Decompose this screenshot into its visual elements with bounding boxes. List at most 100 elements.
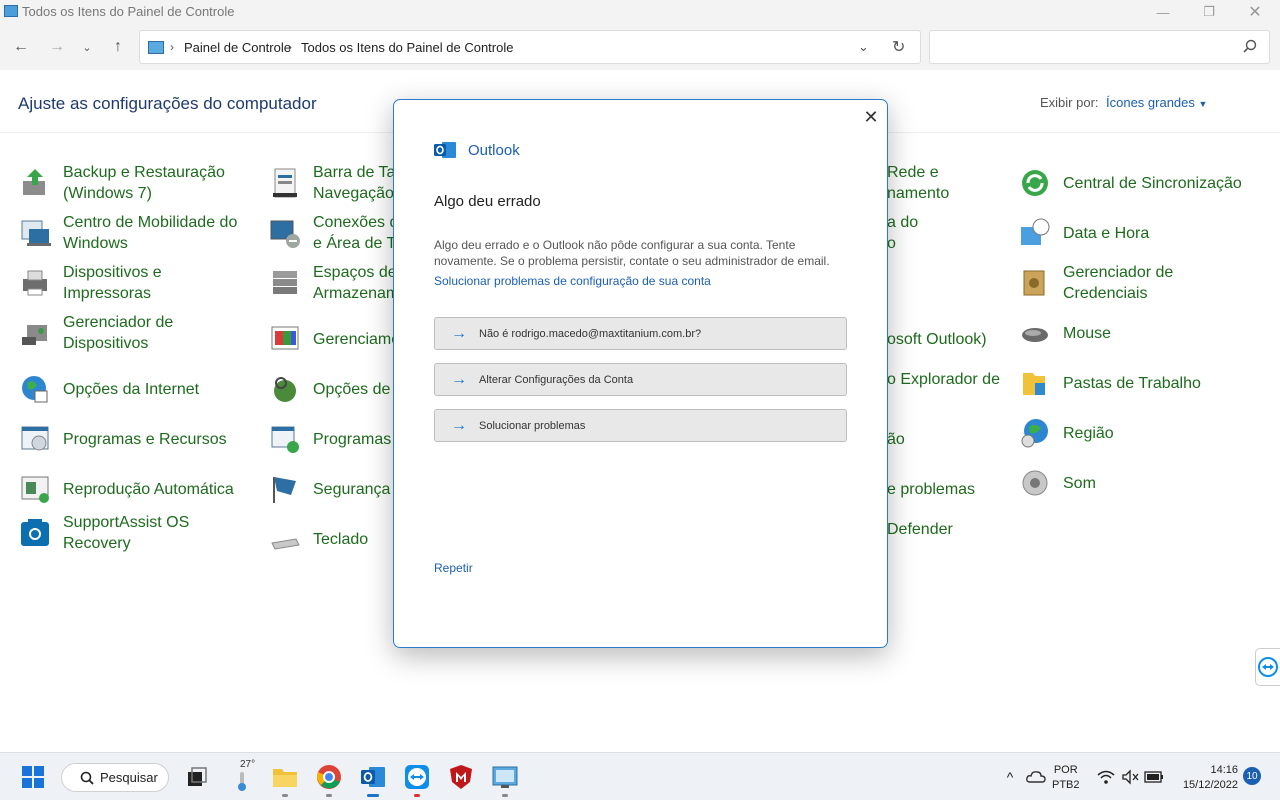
sync-center-icon [1018, 166, 1052, 200]
cp-item-region[interactable]: Região [1018, 416, 1278, 450]
refresh-icon[interactable]: ↻ [892, 37, 905, 57]
item-label: Gerenciame [313, 330, 401, 348]
dialog-close-button[interactable]: ✕ [860, 106, 882, 128]
input-language[interactable]: POR PTB2 [1052, 763, 1080, 793]
cp-item-internet-options[interactable]: Opções da Internet [18, 372, 258, 406]
arrow-right-icon: → [451, 416, 467, 434]
chrome-icon [317, 765, 341, 789]
cp-item-mobility-center[interactable]: Centro de Mobilidade do Windows [18, 212, 258, 254]
caret-down-icon: ▼ [1198, 99, 1208, 109]
cp-item-credential-manager[interactable]: Gerenciador de Credenciais [1018, 262, 1278, 304]
item-label: Espaços de [313, 264, 397, 281]
breadcrumb-all-items[interactable]: Todos os Itens do Painel de Controle [301, 40, 513, 55]
teamviewer-taskbar-button[interactable] [403, 763, 431, 797]
back-button[interactable]: ← [10, 36, 32, 58]
change-account-settings-button[interactable]: → Alterar Configurações da Conta [434, 363, 847, 396]
control-panel-icon [4, 5, 18, 17]
item-label: osoft Outlook) [887, 330, 987, 348]
show-hidden-icons-button[interactable]: ^ [996, 763, 1024, 791]
item-label: (Windows 7) [63, 185, 152, 202]
item-label: namento [887, 185, 950, 202]
running-indicator [414, 794, 420, 797]
cp-item-sync-center[interactable]: Central de Sincronização [1018, 166, 1278, 200]
task-view-button[interactable] [183, 763, 211, 791]
item-label: e problemas [887, 480, 976, 498]
remote-desktop-icon [268, 216, 302, 250]
chevron-up-icon: ^ [1006, 769, 1014, 785]
internet-options-icon [18, 372, 52, 406]
item-label: Backup e Restauração [63, 164, 225, 181]
mcafee-button[interactable] [447, 763, 475, 791]
start-button[interactable] [19, 763, 47, 791]
address-bar[interactable]: › Painel de Controle › Todos os Itens do… [139, 30, 921, 64]
battery-button[interactable] [1140, 763, 1168, 791]
cp-item-date-time[interactable]: Data e Hora [1018, 216, 1278, 250]
arrow-up-icon: ↑ [114, 38, 122, 55]
clock[interactable]: 14:16 15/12/2022 [1176, 763, 1238, 793]
cp-item-device-manager[interactable]: Gerenciador de Dispositivos [18, 312, 258, 354]
speaker-icon [1018, 466, 1052, 500]
teamviewer-icon [1258, 657, 1278, 677]
item-label: Opções de [313, 380, 391, 398]
cp-item-programs-features[interactable]: Programas e Recursos [18, 422, 258, 456]
file-explorer-button[interactable] [271, 763, 299, 797]
restore-icon: ❐ [1203, 4, 1215, 19]
item-label: Navegação [313, 185, 394, 202]
address-dropdown-icon[interactable]: ⌄ [858, 39, 869, 55]
view-by-dropdown[interactable]: Ícones grandes ▼ [1106, 95, 1207, 110]
recent-locations-button[interactable]: ⌄ [76, 36, 98, 58]
date-time-icon [1018, 216, 1052, 250]
cp-item-backup[interactable]: Backup e Restauração (Windows 7) [18, 162, 258, 204]
chrome-button[interactable] [315, 763, 343, 797]
option-label: Alterar Configurações da Conta [479, 373, 634, 386]
item-label: Dispositivos e [63, 264, 162, 281]
restore-button[interactable]: ❐ [1186, 0, 1232, 24]
search-input[interactable] [929, 30, 1270, 64]
cp-item-supportassist[interactable]: SupportAssist OS Recovery [18, 512, 258, 554]
cp-item-autoplay[interactable]: Reprodução Automática [18, 472, 258, 506]
notification-badge[interactable]: 10 [1243, 767, 1261, 785]
backup-icon [18, 166, 52, 200]
running-indicator [282, 794, 288, 797]
item-label: Segurança [313, 480, 391, 498]
volume-muted-icon [1122, 769, 1139, 785]
teamviewer-side-tab[interactable] [1255, 648, 1280, 686]
wifi-icon [1097, 770, 1115, 784]
thermometer-icon [238, 772, 246, 791]
item-label: Rede e [887, 164, 939, 181]
indexing-options-icon [268, 372, 302, 406]
troubleshoot-setup-link[interactable]: Solucionar problemas de configuração de … [434, 274, 711, 288]
weather-widget[interactable] [228, 767, 256, 795]
cp-item-sound[interactable]: Som [1018, 466, 1278, 500]
minimize-button[interactable]: — [1140, 0, 1186, 24]
mobility-center-icon [18, 216, 52, 250]
task-view-icon [188, 767, 207, 786]
troubleshoot-button[interactable]: → Solucionar problemas [434, 409, 847, 442]
control-panel-taskbar-button[interactable] [491, 763, 519, 797]
breadcrumb-control-panel[interactable]: Painel de Controle [184, 40, 291, 55]
taskbar: Pesquisar 27° ^ POR PTB2 14:16 15/12/202… [0, 752, 1280, 800]
dialog-title: Algo deu errado [434, 193, 541, 210]
folder-icon [273, 769, 297, 787]
item-label: Central de Sincronização [1063, 174, 1242, 192]
not-this-account-button[interactable]: → Não é rodrigo.macedo@maxtitanium.com.b… [434, 317, 847, 350]
forward-button[interactable]: → [46, 36, 68, 58]
taskbar-search[interactable]: Pesquisar [61, 763, 169, 792]
programs-icon [18, 422, 52, 456]
retry-link[interactable]: Repetir [434, 561, 473, 575]
onedrive-button[interactable] [1022, 763, 1050, 791]
search-icon [80, 771, 94, 785]
item-label: Conexões d [313, 214, 399, 231]
autoplay-icon [18, 472, 52, 506]
running-indicator [502, 794, 508, 797]
up-button[interactable]: ↑ [107, 36, 129, 58]
cp-item-mouse[interactable]: Mouse [1018, 316, 1278, 350]
chevron-down-icon: ⌄ [82, 41, 92, 54]
close-window-button[interactable]: ✕ [1232, 0, 1278, 24]
item-label: Barra de Ta [313, 164, 396, 181]
cp-item-work-folders[interactable]: Pastas de Trabalho [1018, 366, 1278, 400]
device-manager-icon [18, 316, 52, 350]
outlook-taskbar-button[interactable] [359, 763, 387, 797]
item-label: Armazenam [313, 285, 400, 302]
cp-item-devices-printers[interactable]: Dispositivos e Impressoras [18, 262, 258, 304]
